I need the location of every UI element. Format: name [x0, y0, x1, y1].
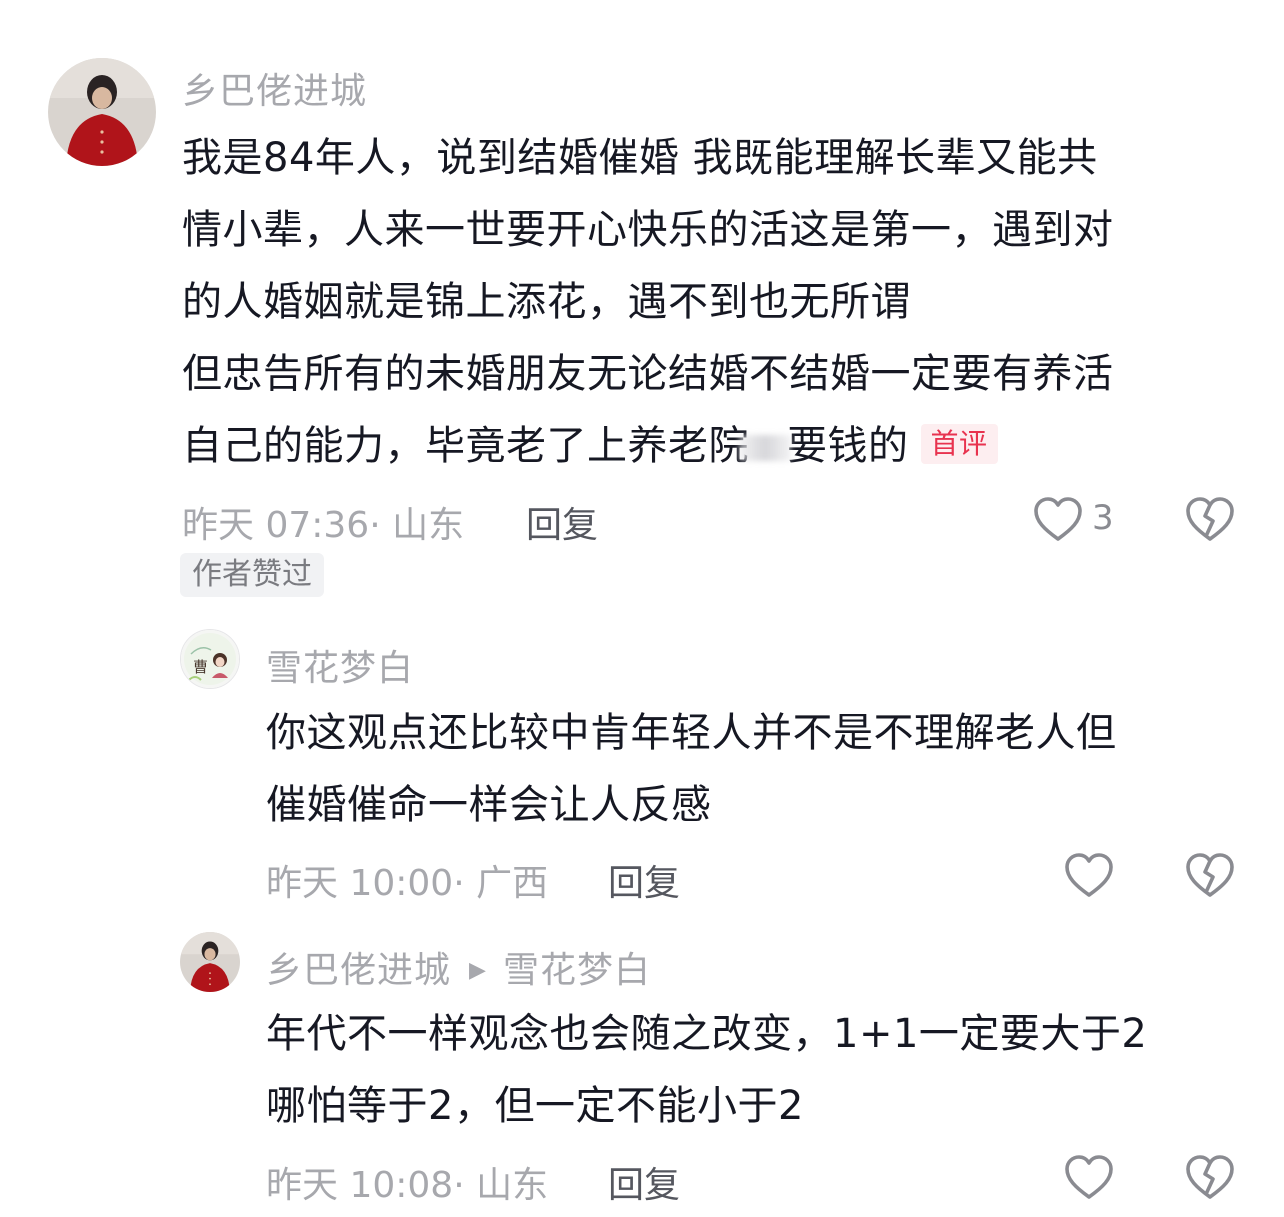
comment-text-line: 情小辈，人来一世要开心快乐的活这是第一，遇到对: [182, 207, 1114, 253]
comment-text-part: 自己的能力，毕竟老了上养老院: [182, 423, 749, 469]
broken-heart-icon[interactable]: [1184, 850, 1236, 902]
reply-button[interactable]: 回复: [608, 1156, 680, 1208]
comment-text: 我是84年人，说到结婚催婚 我既能理解长辈又能共 情小辈，人来一世要开心快乐的活…: [182, 122, 1114, 482]
comment-username[interactable]: 乡巴佬进城: [182, 62, 367, 114]
comment-meta: 昨天 07:36· 山东: [182, 505, 465, 546]
avatar[interactable]: [180, 932, 240, 992]
heart-outline-icon[interactable]: [1063, 850, 1115, 902]
comment-username[interactable]: 雪花梦白: [266, 639, 414, 691]
comment-text-line: 我是84年人，说到结婚催婚 我既能理解长辈又能共: [182, 135, 1098, 181]
heart-outline-icon[interactable]: [1063, 1152, 1115, 1204]
comment-meta: 昨天 10:08· 山东: [266, 1165, 549, 1206]
like-count: 3: [1092, 498, 1114, 538]
avatar-image: 曹: [181, 630, 239, 688]
comment-text-part: 要钱的: [787, 423, 909, 469]
heart-outline-icon[interactable]: [1032, 494, 1084, 546]
reply-button[interactable]: 回复: [608, 854, 680, 906]
avatar[interactable]: 曹: [180, 629, 240, 689]
comment-text-line: 但忠告所有的未婚朋友无论结婚不结婚一定要有养活: [182, 351, 1114, 397]
reply-button[interactable]: 回复: [526, 496, 598, 548]
comment-text: 你这观点还比较中肯年轻人并不是不理解老人但 催婚催命一样会让人反感: [266, 697, 1117, 841]
comment-text-line: 催婚催命一样会让人反感: [266, 782, 712, 828]
blurred-text: [739, 435, 791, 461]
avatar-image: [48, 58, 156, 166]
comment-text-line: 你这观点还比较中肯年轻人并不是不理解老人但: [266, 710, 1117, 756]
comment-text-line-last: 自己的能力，毕竟老了上养老院 要钱的 首评: [182, 410, 1114, 482]
avatar[interactable]: [48, 58, 156, 166]
reply-target[interactable]: 雪花梦白: [503, 950, 651, 991]
avatar-image: [180, 932, 240, 992]
comment-text-line: 哪怕等于2，但一定不能小于2: [266, 1083, 804, 1129]
svg-text:曹: 曹: [193, 658, 208, 676]
comment-meta: 昨天 10:00· 广西: [266, 863, 549, 904]
broken-heart-icon[interactable]: [1184, 494, 1236, 546]
comment-username: 乡巴佬进城 ▶ 雪花梦白: [266, 941, 651, 993]
first-comment-tag: 首评: [920, 424, 998, 464]
comment-text-line: 年代不一样观念也会随之改变，1+1一定要大于2: [266, 1011, 1148, 1057]
author-liked-badge: 作者赞过: [180, 553, 324, 597]
broken-heart-icon[interactable]: [1184, 1152, 1236, 1204]
reply-author[interactable]: 乡巴佬进城: [266, 950, 451, 991]
comment-text-line: 的人婚姻就是锦上添花，遇不到也无所谓: [182, 279, 911, 325]
reply-arrow-icon: ▶: [469, 958, 487, 983]
comment-text: 年代不一样观念也会随之改变，1+1一定要大于2 哪怕等于2，但一定不能小于2: [266, 998, 1147, 1142]
